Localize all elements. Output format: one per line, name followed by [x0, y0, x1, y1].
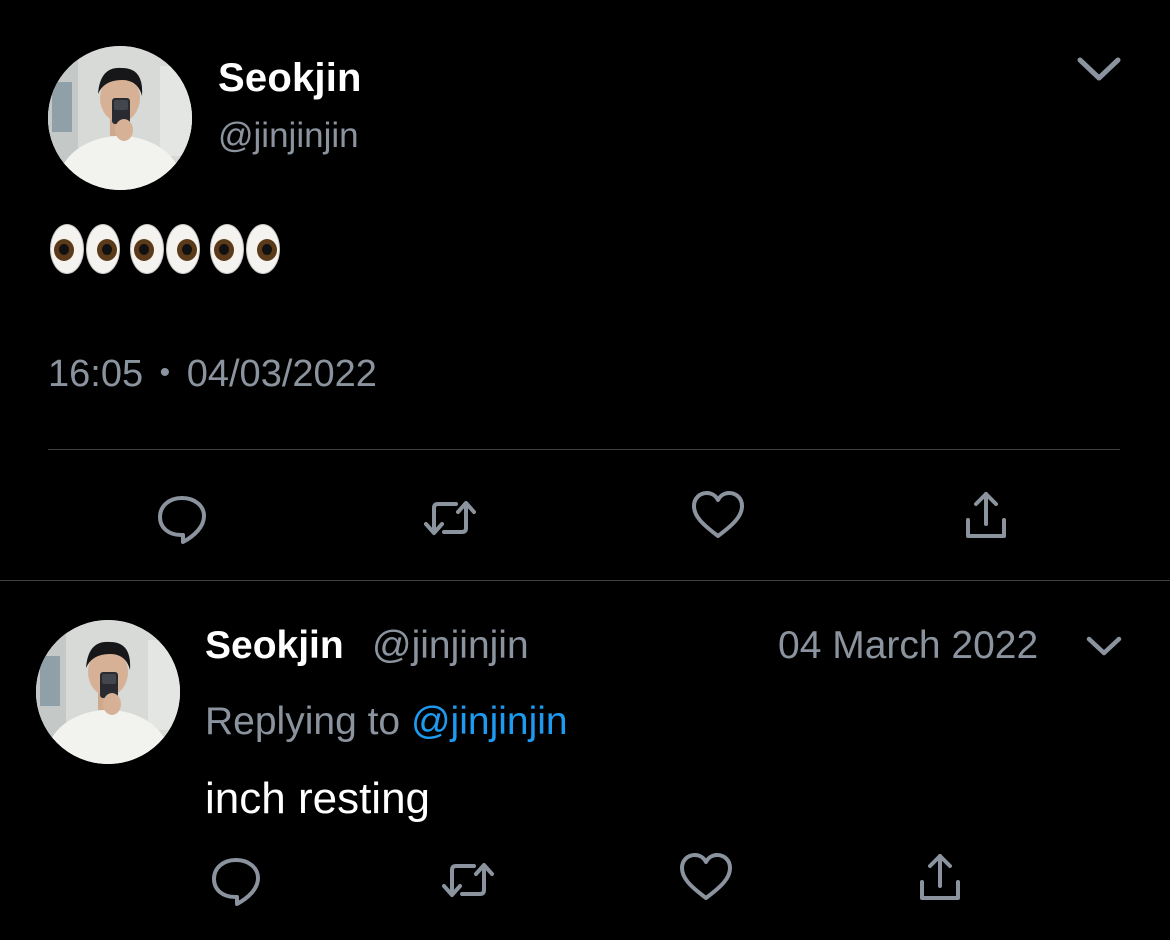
share-button[interactable] [910, 848, 970, 908]
display-name[interactable]: Seokjin [218, 54, 362, 102]
tweet-date: 04/03/2022 [186, 353, 377, 395]
divider [0, 580, 1170, 581]
mention-link[interactable]: @jinjinjin [411, 700, 568, 743]
replying-to: Replying to @jinjinjin [205, 698, 568, 746]
tweet-timestamp[interactable]: 16:05 • 04/03/2022 [48, 350, 377, 401]
like-icon [680, 853, 732, 900]
reply-icon [158, 496, 206, 544]
like-button[interactable] [676, 848, 736, 908]
retweet-icon [442, 863, 494, 897]
eyes-emoji [210, 224, 280, 274]
more-options-button[interactable] [1084, 632, 1124, 660]
user-handle[interactable]: @jinjinjin [372, 622, 529, 670]
avatar[interactable] [36, 620, 180, 764]
display-name[interactable]: Seokjin [205, 622, 344, 670]
like-icon [692, 491, 744, 538]
user-handle[interactable]: @jinjinjin [218, 114, 359, 158]
share-icon [966, 492, 1006, 538]
replying-to-label: Replying to [205, 700, 401, 743]
meta-separator: • [159, 356, 171, 389]
retweet-button[interactable] [438, 850, 498, 910]
share-button[interactable] [956, 486, 1016, 546]
reply-button[interactable] [206, 850, 266, 910]
share-icon [920, 854, 960, 900]
eyes-emoji [130, 224, 200, 274]
chevron-down-icon [1086, 636, 1122, 656]
tweet-date[interactable]: 04 March 2022 [778, 622, 1038, 670]
more-options-button[interactable] [1074, 52, 1124, 86]
like-button[interactable] [688, 486, 748, 546]
retweet-button[interactable] [420, 488, 480, 548]
reply-icon [212, 858, 260, 906]
divider [48, 449, 1120, 450]
reply-button[interactable] [152, 488, 212, 548]
avatar[interactable] [48, 46, 192, 190]
tweet-text: inch resting [205, 774, 431, 823]
eyes-emoji [50, 224, 120, 274]
chevron-down-icon [1077, 57, 1121, 81]
retweet-icon [424, 501, 476, 535]
profile-photo [48, 46, 192, 190]
profile-photo [36, 620, 180, 764]
tweet-text: 👀👀👀 [50, 224, 280, 274]
tweet-time: 16:05 [48, 353, 144, 395]
